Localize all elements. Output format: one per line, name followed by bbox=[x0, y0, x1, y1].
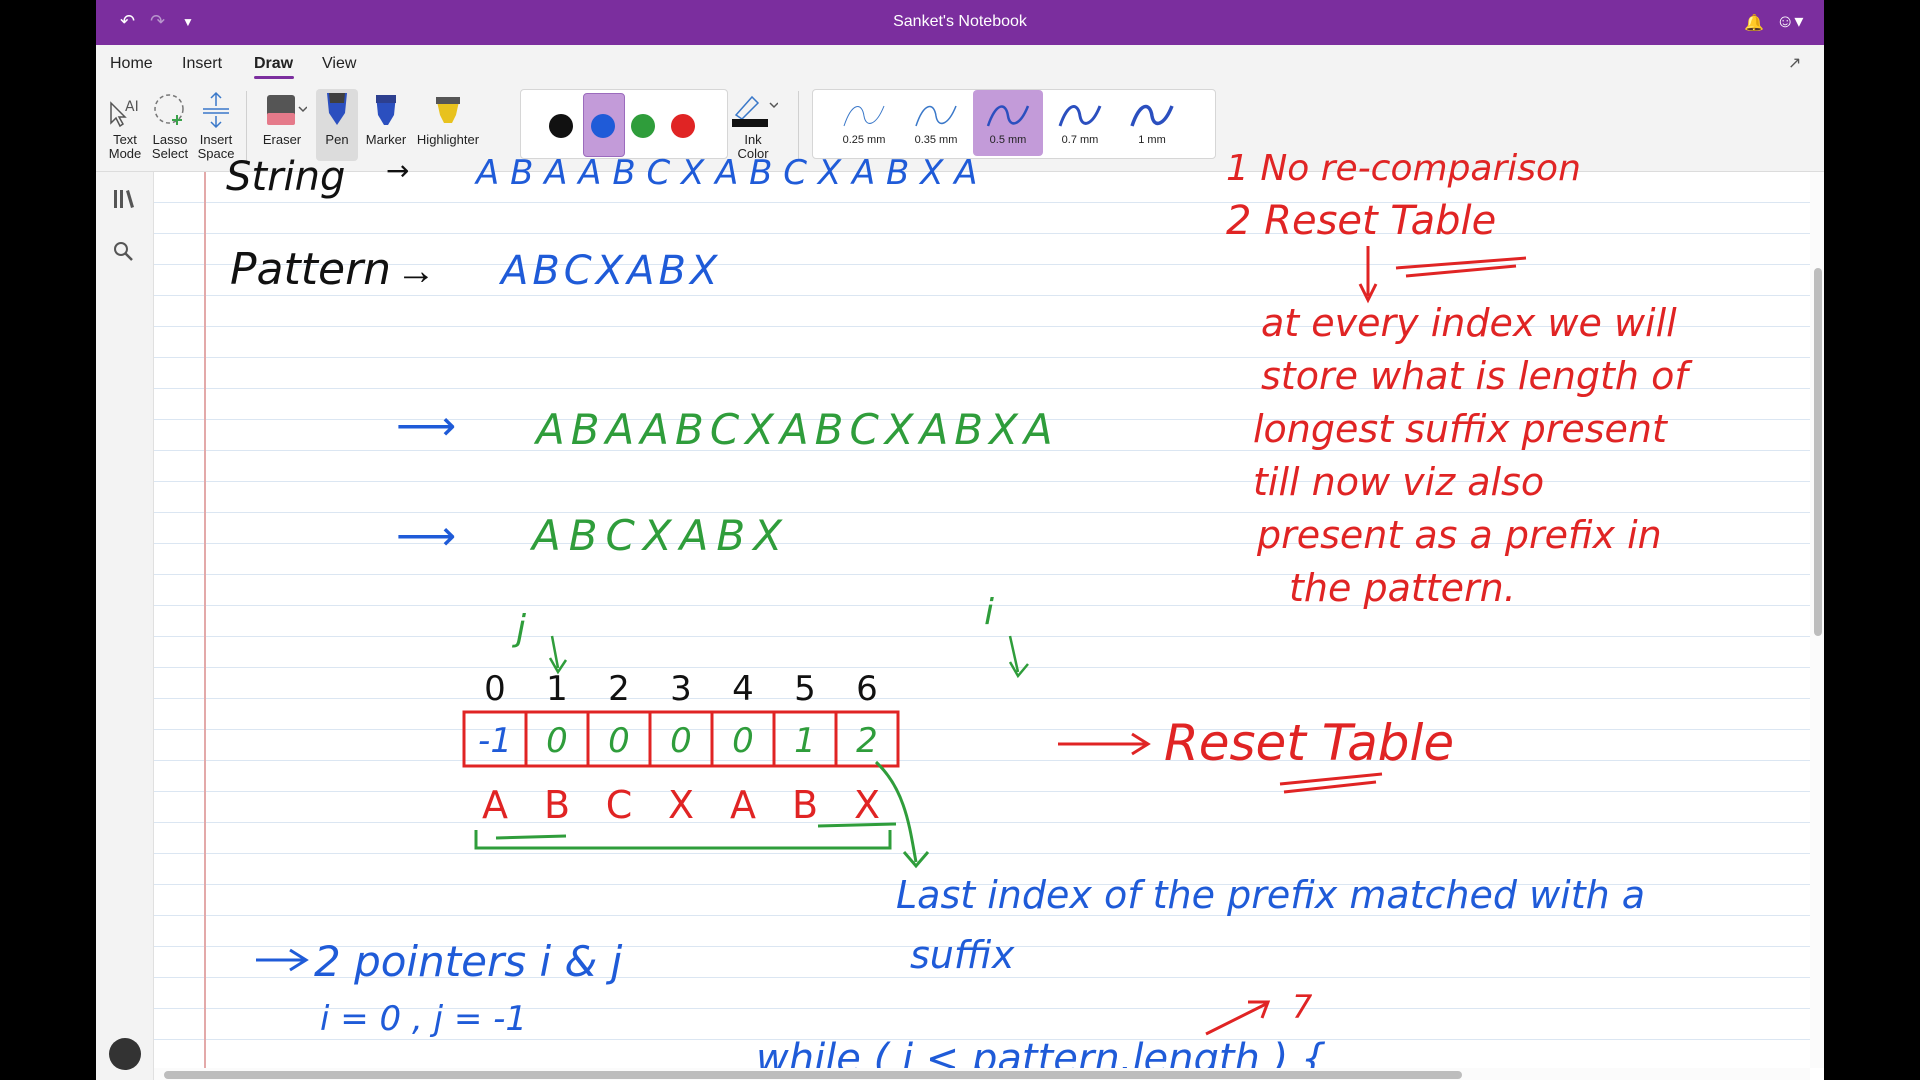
table-index: 5 bbox=[794, 669, 816, 709]
init-line: i = 0 , j = -1 bbox=[320, 999, 527, 1039]
table-value: 2 bbox=[856, 721, 878, 761]
suffix-word: suffix bbox=[910, 933, 1015, 977]
top-right-note-1: 1 No re-comparison bbox=[1226, 148, 1581, 189]
underline bbox=[1395, 256, 1527, 278]
pattern-label: Pattern bbox=[230, 244, 391, 295]
table-index: 2 bbox=[608, 669, 630, 709]
reset-table-label: Reset Table bbox=[1164, 714, 1454, 772]
table-letter: X bbox=[854, 783, 880, 827]
last-index-note: Last index of the prefix matched with a bbox=[896, 873, 1645, 917]
onenote-window: ↶ ↷ ▼ Sanket's Notebook 🔔 ☺▾ Home Insert… bbox=[96, 0, 1824, 1080]
table-letter: C bbox=[606, 783, 633, 827]
j-marker: j bbox=[511, 608, 526, 649]
vertical-scroll-thumb[interactable] bbox=[1814, 268, 1822, 636]
down-arrow bbox=[1358, 246, 1378, 304]
prefix-bracket bbox=[474, 830, 892, 850]
pattern-arrow: → bbox=[396, 249, 436, 293]
vertical-scrollbar[interactable] bbox=[1810, 172, 1824, 1068]
string-label: String bbox=[226, 154, 345, 200]
table-letter: A bbox=[482, 783, 508, 827]
arrow-blue-line: ⟶ bbox=[396, 512, 456, 559]
table-index: 1 bbox=[546, 669, 568, 709]
table-index: 6 bbox=[856, 669, 878, 709]
explanation-line: present as a prefix in bbox=[1256, 513, 1662, 557]
table-index: 4 bbox=[732, 669, 754, 709]
table-value: 0 bbox=[670, 721, 692, 761]
table-value: 0 bbox=[546, 721, 568, 761]
explanation-paragraph: at every index we will store what is leng… bbox=[1253, 301, 1693, 610]
i-marker: i bbox=[984, 592, 994, 633]
horizontal-scrollbar[interactable] bbox=[154, 1068, 1810, 1080]
pattern-value: ABCXABX bbox=[498, 248, 721, 294]
i-arrow bbox=[1008, 635, 1029, 679]
while-line: while ( i < pattern.length ) { bbox=[756, 1036, 1326, 1068]
table-letter: A bbox=[730, 783, 756, 827]
top-right-note-2: 2 Reset Table bbox=[1226, 198, 1496, 244]
last-index-arrow bbox=[874, 760, 930, 869]
green-string: ABAABCXABCXABXA bbox=[533, 405, 1059, 454]
table-index: 0 bbox=[484, 669, 506, 709]
horizontal-scroll-thumb[interactable] bbox=[164, 1071, 1462, 1079]
table-letter: B bbox=[544, 783, 570, 827]
table-letter: B bbox=[792, 783, 818, 827]
explanation-line: till now viz also bbox=[1253, 460, 1544, 504]
seven-label: 7 bbox=[1292, 988, 1313, 1026]
ink-layer: String → A B A A B C X A B C X A B X A 1… bbox=[226, 148, 1693, 1068]
reset-table-underline bbox=[1279, 772, 1383, 794]
blue-pattern: ABCXABX bbox=[529, 511, 790, 560]
seven-arrow bbox=[1205, 1000, 1271, 1036]
j-arrow bbox=[548, 635, 568, 675]
explanation-line: the pattern. bbox=[1289, 566, 1516, 610]
string-value: A B A A B C X A B C X A B X A bbox=[474, 153, 978, 193]
table-index: 3 bbox=[670, 669, 692, 709]
reset-table-arrow bbox=[1058, 732, 1151, 756]
explanation-line: at every index we will bbox=[1261, 301, 1677, 345]
arrow-green-line: ⟶ bbox=[396, 402, 456, 449]
string-arrow: → bbox=[386, 154, 409, 187]
pointers-arrow bbox=[256, 948, 309, 972]
table-value: -1 bbox=[478, 721, 512, 761]
explanation-line: longest suffix present bbox=[1253, 407, 1669, 451]
pointers-line: 2 pointers i & j bbox=[314, 937, 623, 986]
table-value: 0 bbox=[608, 721, 630, 761]
table-value: 1 bbox=[794, 721, 816, 761]
lps-table: 0-1A10B20C30X40A51B62X bbox=[462, 669, 900, 827]
explanation-line: store what is length of bbox=[1261, 354, 1693, 398]
table-value: 0 bbox=[732, 721, 754, 761]
table-letter: X bbox=[668, 783, 694, 827]
